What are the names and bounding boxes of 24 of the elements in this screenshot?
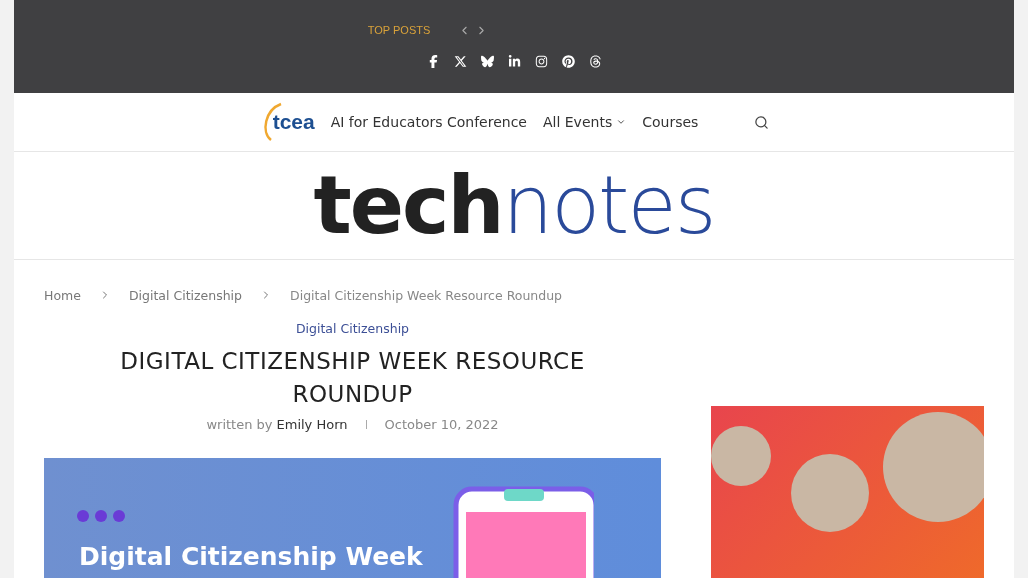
category-link[interactable]: Digital Citizenship [295, 321, 410, 336]
instagram-icon[interactable] [534, 55, 548, 68]
post-date: October 10, 2022 [384, 417, 499, 432]
bluesky-icon[interactable] [480, 55, 494, 68]
linkedin-icon[interactable] [507, 55, 521, 68]
breadcrumb-link[interactable]: Digital Citizenship [128, 287, 243, 303]
dots-icon [77, 510, 125, 522]
pinterest-icon[interactable] [561, 55, 575, 68]
byline-label: written by [206, 417, 273, 432]
search-button[interactable] [754, 114, 770, 130]
site-logo[interactable]: tcea [258, 102, 315, 142]
top-posts-label: TOP POSTS [367, 24, 431, 36]
caret-icon[interactable] [616, 117, 627, 127]
banner-title: Digital Citizenship Week [79, 542, 423, 571]
breadcrumb-link[interactable]: Home [44, 287, 81, 303]
article-title: DIGITAL CITIZENSHIP WEEK RESOURCE ROUNDUP [119, 347, 586, 409]
breadcrumb-current: Digital Citizenship Week Resource Roundup [290, 287, 563, 303]
nav-link[interactable]: AI for Educators Conference [330, 114, 527, 130]
nav-link[interactable]: All Events [542, 114, 627, 130]
threads-icon[interactable] [588, 55, 602, 68]
masthead-logo[interactable]: technotes [313, 165, 715, 246]
author-link[interactable]: Emily Horn [276, 417, 348, 432]
x-icon[interactable] [453, 55, 467, 68]
nav-link[interactable]: Courses [642, 114, 699, 130]
